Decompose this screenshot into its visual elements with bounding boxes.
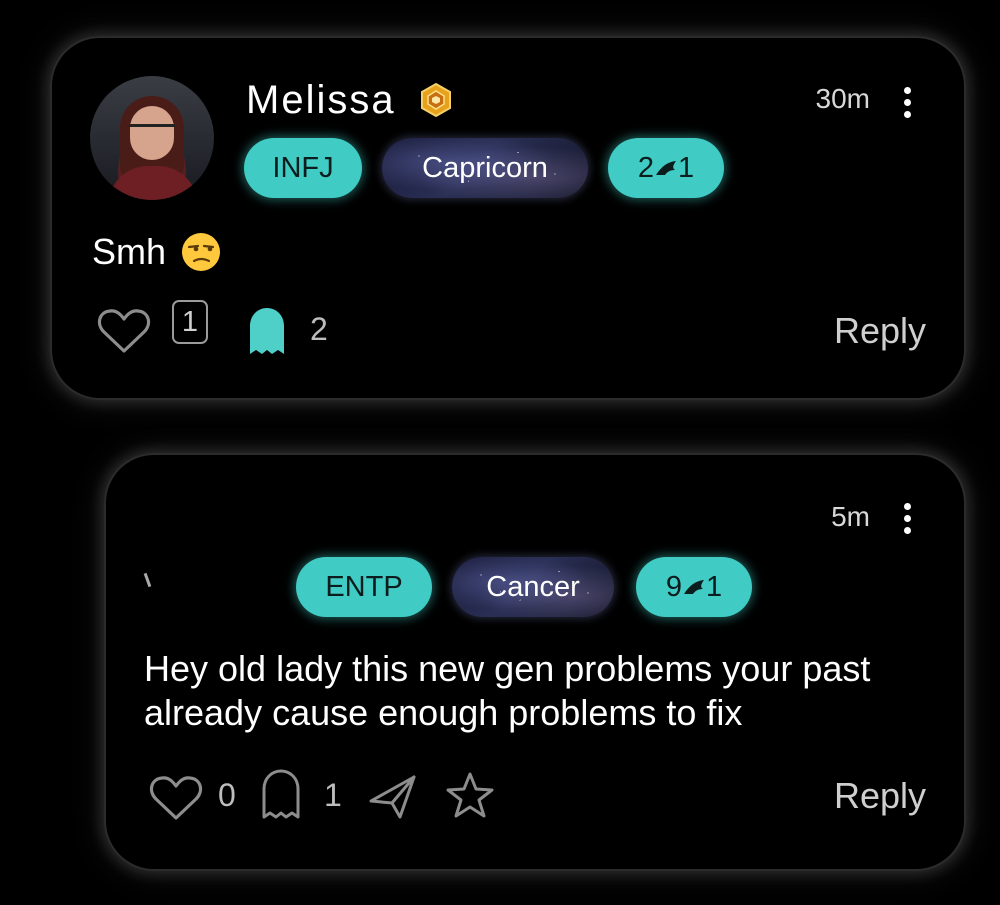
zodiac-tag-label: Cancer bbox=[486, 570, 580, 603]
comment-text: Smh bbox=[92, 230, 222, 274]
badge-icon bbox=[421, 82, 451, 118]
ghost-icon[interactable] bbox=[260, 769, 302, 821]
mbti-tag[interactable]: INFJ bbox=[244, 138, 362, 198]
ghost-action[interactable] bbox=[246, 306, 288, 358]
share-icon[interactable] bbox=[368, 773, 418, 819]
reply-card: 5m ENTP Cancer 9 1 Hey old lady this new… bbox=[106, 455, 964, 869]
comment-text: Hey old lady this new gen problems your … bbox=[144, 648, 871, 733]
reply-button[interactable]: Reply bbox=[834, 775, 926, 817]
enneagram-left: 9 bbox=[665, 570, 682, 603]
enneagram-right: 1 bbox=[678, 151, 695, 184]
username[interactable]: Melissa bbox=[246, 78, 396, 123]
ghost-icon[interactable] bbox=[246, 306, 288, 358]
ghost-action[interactable] bbox=[260, 769, 302, 821]
mbti-tag-label: INFJ bbox=[272, 151, 334, 184]
comment-text-content: Smh bbox=[92, 231, 167, 272]
zodiac-tag-label: Capricorn bbox=[422, 151, 548, 184]
avatar[interactable] bbox=[90, 76, 214, 200]
heart-icon[interactable] bbox=[96, 306, 152, 356]
mbti-tag-label: ENTP bbox=[325, 570, 403, 603]
timestamp: 5m bbox=[831, 501, 870, 532]
enneagram-tag[interactable]: 2 1 bbox=[608, 138, 724, 198]
decorative-mark bbox=[143, 572, 152, 588]
likes-count-value: 1 bbox=[172, 300, 208, 344]
like-action[interactable] bbox=[96, 306, 152, 356]
enneagram-tag[interactable]: 9 1 bbox=[636, 557, 752, 617]
likes-count: 0 bbox=[218, 777, 236, 813]
more-icon[interactable] bbox=[904, 503, 912, 537]
likes-count: 1 bbox=[172, 300, 208, 344]
ghost-count: 2 bbox=[310, 311, 328, 347]
more-icon[interactable] bbox=[904, 87, 912, 121]
unamused-face-emoji bbox=[182, 233, 221, 271]
like-action[interactable] bbox=[148, 773, 204, 823]
reply-button[interactable]: Reply bbox=[834, 310, 926, 352]
heart-icon[interactable] bbox=[148, 773, 204, 823]
comment-card: Melissa 30m INFJ Capricorn 2 1 Smh 1 2 R… bbox=[52, 38, 964, 398]
zodiac-tag[interactable]: Cancer bbox=[452, 557, 614, 617]
share-action[interactable] bbox=[368, 773, 418, 819]
wing-icon bbox=[684, 580, 704, 594]
favorite-action[interactable] bbox=[444, 771, 496, 821]
ghost-count: 1 bbox=[324, 777, 342, 813]
enneagram-left: 2 bbox=[637, 151, 654, 184]
wing-icon bbox=[656, 161, 676, 175]
star-icon[interactable] bbox=[444, 771, 496, 821]
zodiac-tag[interactable]: Capricorn bbox=[382, 138, 588, 198]
timestamp: 30m bbox=[815, 83, 870, 114]
mbti-tag[interactable]: ENTP bbox=[296, 557, 432, 617]
enneagram-right: 1 bbox=[706, 570, 723, 603]
